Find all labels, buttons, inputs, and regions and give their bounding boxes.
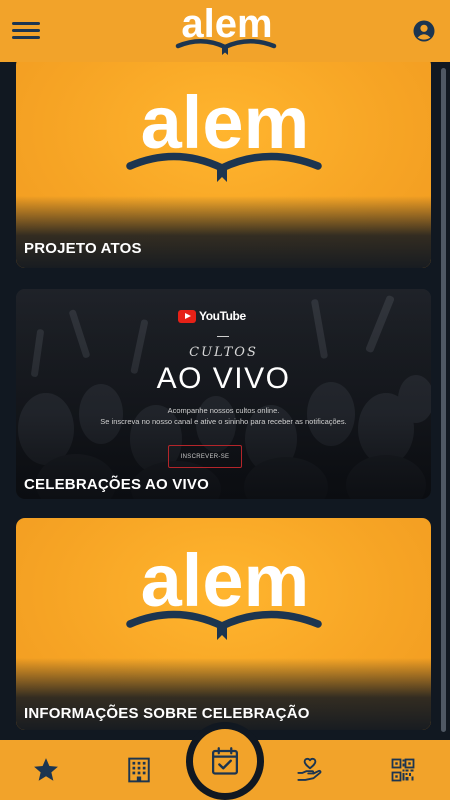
top-app-bar: alem <box>0 0 450 62</box>
app-screen: alem alem PROJETO ATOS YouTube CULTOS AO… <box>0 0 450 800</box>
banner-headline: AO VIVO <box>156 362 291 395</box>
nav-schedule[interactable] <box>193 729 257 793</box>
feed-card-informacoes-celebracao[interactable]: alem INFORMAÇÕES SOBRE CELEBRAÇÃO <box>16 518 431 730</box>
feed-card-projeto-atos[interactable]: alem PROJETO ATOS <box>16 62 431 268</box>
alem-logo: alem <box>126 544 322 640</box>
banner-text-line: Se inscreva no nosso canal e ative o sin… <box>100 417 347 426</box>
calendar-check-icon <box>212 747 238 775</box>
divider <box>217 336 229 337</box>
youtube-logo: YouTube <box>178 309 246 323</box>
scrollbar[interactable] <box>441 68 446 732</box>
nav-qr-code[interactable] <box>387 754 419 786</box>
alem-logo: alem <box>126 86 322 182</box>
feed-card-celebracoes-ao-vivo[interactable]: YouTube CULTOS AO VIVO Acompanhe nossos … <box>16 289 431 499</box>
account-button[interactable] <box>413 20 435 42</box>
subscribe-button: INSCREVER-SE <box>168 445 242 468</box>
card-title: INFORMAÇÕES SOBRE CELEBRAÇÃO <box>24 705 310 722</box>
nav-favorites[interactable] <box>30 754 62 786</box>
menu-button[interactable] <box>12 19 40 41</box>
star-icon <box>34 758 58 781</box>
hamburger-menu-icon-bar <box>12 29 40 32</box>
banner-text-line: Acompanhe nossos cultos online. <box>167 406 280 415</box>
heart-hand-icon <box>297 757 322 781</box>
card-title: CELEBRAÇÕES AO VIVO <box>24 476 209 493</box>
youtube-wordmark: YouTube <box>199 309 246 323</box>
building-icon <box>128 757 150 783</box>
card-title: PROJETO ATOS <box>24 240 142 257</box>
svg-text:alem: alem <box>141 544 310 622</box>
hamburger-menu-icon-bar <box>12 36 40 39</box>
svg-text:alem: alem <box>141 86 310 164</box>
banner-kicker: CULTOS <box>189 345 258 360</box>
alem-logo: alem <box>175 4 277 55</box>
card-gradient <box>16 196 431 268</box>
qr-code-icon <box>391 758 415 782</box>
feed-list[interactable]: alem PROJETO ATOS YouTube CULTOS AO VIVO… <box>0 62 450 740</box>
nav-donations[interactable] <box>294 754 326 786</box>
youtube-play-icon <box>178 309 196 323</box>
user-circle-icon <box>413 20 435 42</box>
nav-church[interactable] <box>123 754 155 786</box>
hamburger-menu-icon <box>12 22 40 25</box>
